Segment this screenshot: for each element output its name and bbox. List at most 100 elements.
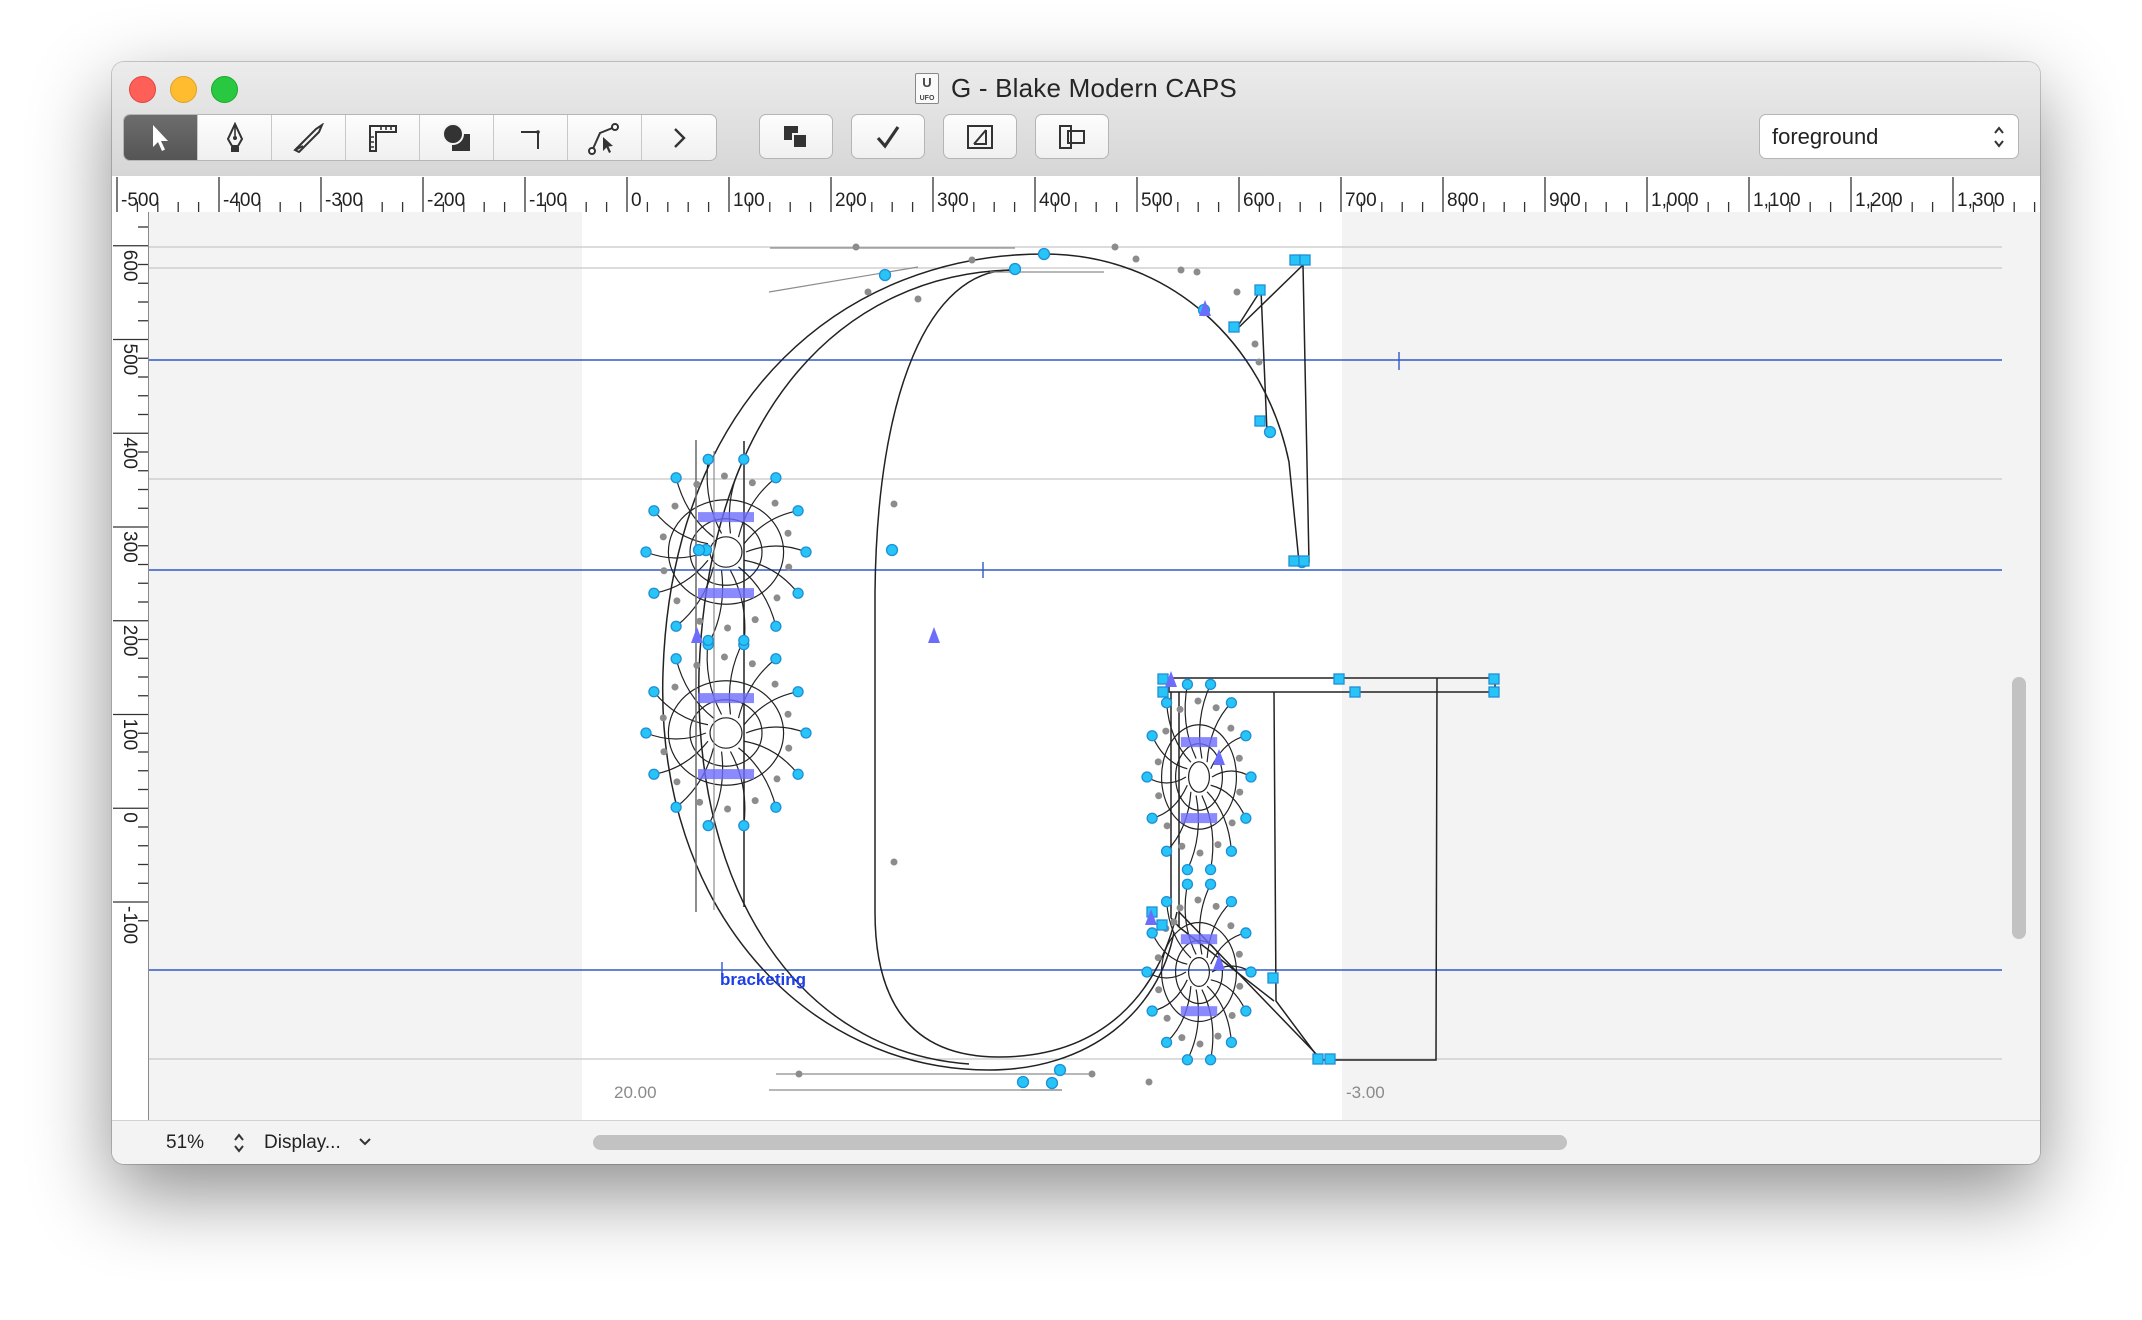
off-curve-handle[interactable] xyxy=(1251,340,1259,348)
on-curve-point[interactable] xyxy=(1160,697,1173,709)
off-curve-handle[interactable] xyxy=(1132,255,1140,263)
vertical-ruler[interactable]: 600 500 400 300 200 100 0 -100 xyxy=(112,212,149,1120)
corner-point[interactable] xyxy=(1289,254,1301,266)
on-curve-point[interactable] xyxy=(648,505,660,517)
more-tools-button[interactable] xyxy=(642,115,716,160)
corner-point[interactable] xyxy=(1324,1053,1336,1065)
on-curve-point[interactable] xyxy=(648,587,660,599)
on-curve-point[interactable] xyxy=(1204,878,1217,890)
on-curve-point[interactable] xyxy=(1181,863,1194,876)
off-curve-handle[interactable] xyxy=(659,714,667,722)
on-curve-point[interactable] xyxy=(1181,678,1194,691)
on-curve-point[interactable] xyxy=(1225,1036,1238,1049)
off-curve-handle[interactable] xyxy=(1228,819,1236,827)
chevron-down-icon[interactable] xyxy=(358,1135,372,1149)
off-curve-handle[interactable] xyxy=(724,805,732,813)
off-curve-handle[interactable] xyxy=(1154,758,1162,766)
off-curve-handle[interactable] xyxy=(720,653,728,661)
on-curve-point[interactable] xyxy=(1204,863,1217,876)
on-curve-point[interactable] xyxy=(792,686,804,698)
off-curve-handle[interactable] xyxy=(773,594,781,602)
on-curve-point[interactable] xyxy=(702,453,714,466)
off-curve-handle[interactable] xyxy=(864,288,872,296)
off-curve-handle[interactable] xyxy=(1196,849,1204,857)
off-curve-handle[interactable] xyxy=(795,1070,803,1078)
horizontal-ruler[interactable]: -500 -400 -300 -200 -100 0 100 200 300 400 500 600 7… xyxy=(112,176,2040,213)
corner-point[interactable] xyxy=(1157,686,1169,698)
off-curve-handle[interactable] xyxy=(1154,954,1162,962)
corner-point[interactable] xyxy=(1157,673,1169,685)
off-curve-handle[interactable] xyxy=(1196,1040,1204,1048)
off-curve-handle[interactable] xyxy=(785,563,793,571)
on-curve-point[interactable] xyxy=(1225,697,1238,709)
corner-point[interactable] xyxy=(1299,254,1311,266)
off-curve-handle[interactable] xyxy=(1176,904,1184,912)
on-curve-point[interactable] xyxy=(1053,1063,1067,1077)
off-curve-handle[interactable] xyxy=(1145,1078,1153,1086)
off-curve-handle[interactable] xyxy=(673,597,681,605)
on-curve-point[interactable] xyxy=(792,768,804,780)
on-curve-point[interactable] xyxy=(1181,878,1194,890)
on-curve-point[interactable] xyxy=(878,268,892,282)
on-curve-point[interactable] xyxy=(1016,1075,1030,1089)
off-curve-handle[interactable] xyxy=(1235,754,1243,762)
on-curve-point[interactable] xyxy=(1245,966,1257,978)
components-button[interactable] xyxy=(1035,114,1109,159)
on-curve-point[interactable] xyxy=(1141,966,1153,978)
off-curve-handle[interactable] xyxy=(696,617,704,625)
off-curve-handle[interactable] xyxy=(660,567,668,575)
corner-point[interactable] xyxy=(1254,415,1266,427)
off-curve-handle[interactable] xyxy=(696,798,704,806)
on-curve-point[interactable] xyxy=(738,453,750,466)
on-curve-point[interactable] xyxy=(1181,1054,1194,1066)
off-curve-handle[interactable] xyxy=(1236,982,1244,990)
off-curve-handle[interactable] xyxy=(1170,918,1178,926)
pen-tool-button[interactable] xyxy=(198,115,272,160)
corner-point[interactable] xyxy=(1254,284,1266,296)
off-curve-handle[interactable] xyxy=(671,683,679,691)
corner-tool-button[interactable] xyxy=(494,115,568,160)
on-curve-point[interactable] xyxy=(792,587,804,599)
on-curve-point[interactable] xyxy=(1204,678,1217,691)
on-curve-point[interactable] xyxy=(738,819,750,832)
on-curve-point[interactable] xyxy=(770,472,782,484)
off-curve-handle[interactable] xyxy=(693,480,701,488)
on-curve-point[interactable] xyxy=(1141,771,1153,783)
on-curve-point[interactable] xyxy=(1240,1005,1252,1017)
off-curve-handle[interactable] xyxy=(1111,243,1119,251)
off-curve-handle[interactable] xyxy=(1233,288,1241,296)
anchor-label[interactable]: bracketing xyxy=(720,970,806,989)
off-curve-handle[interactable] xyxy=(1214,1032,1222,1040)
on-curve-point[interactable] xyxy=(648,686,660,698)
corner-point[interactable] xyxy=(1312,1053,1324,1065)
on-curve-point[interactable] xyxy=(1146,812,1158,824)
node-tool-button[interactable] xyxy=(568,115,642,160)
corner-point[interactable] xyxy=(1228,321,1240,333)
on-curve-point[interactable] xyxy=(770,620,782,632)
off-curve-handle[interactable] xyxy=(785,744,793,752)
off-curve-handle[interactable] xyxy=(771,499,779,507)
off-curve-handle[interactable] xyxy=(1193,268,1201,276)
off-curve-handle[interactable] xyxy=(773,775,781,783)
off-curve-handle[interactable] xyxy=(1155,986,1163,994)
off-curve-handle[interactable] xyxy=(1162,727,1170,735)
off-curve-handle[interactable] xyxy=(671,502,679,510)
off-curve-handle[interactable] xyxy=(1227,922,1235,930)
on-curve-point[interactable] xyxy=(1160,845,1173,857)
transform-button[interactable] xyxy=(943,114,1017,159)
on-curve-point[interactable] xyxy=(702,819,714,832)
on-curve-point[interactable] xyxy=(1146,1005,1158,1017)
corner-point[interactable] xyxy=(1488,686,1500,698)
on-curve-point[interactable] xyxy=(670,620,682,632)
off-curve-handle[interactable] xyxy=(1163,822,1171,830)
ufo-document-icon[interactable]: U UFO xyxy=(915,72,939,104)
remove-overlap-button[interactable] xyxy=(759,114,833,159)
display-menu[interactable]: Display... xyxy=(264,1132,341,1154)
corner-point[interactable] xyxy=(1267,972,1279,984)
off-curve-handle[interactable] xyxy=(852,243,860,251)
off-curve-handle[interactable] xyxy=(724,624,732,632)
on-curve-point[interactable] xyxy=(1037,247,1051,261)
off-curve-handle[interactable] xyxy=(693,661,701,669)
on-curve-point[interactable] xyxy=(770,653,782,665)
corner-point[interactable] xyxy=(1288,555,1300,567)
